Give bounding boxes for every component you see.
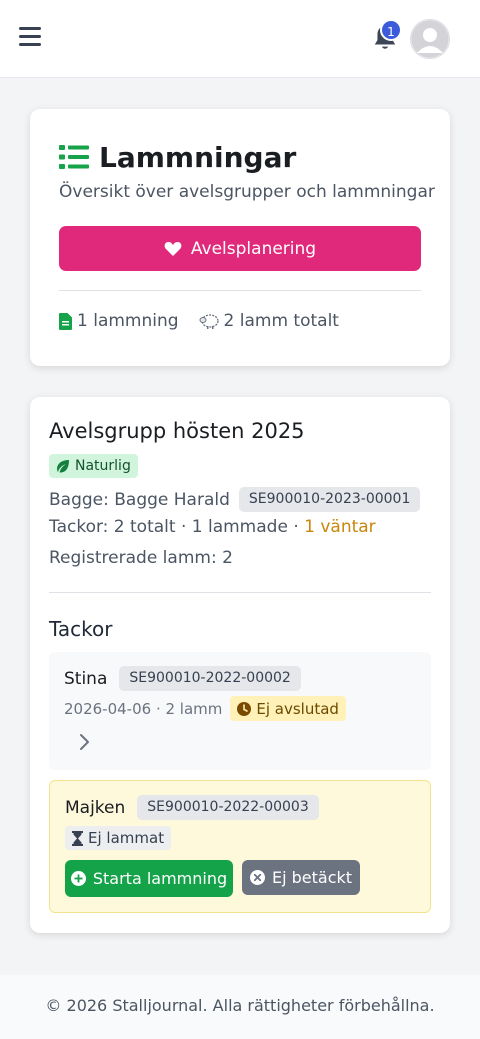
user-avatar[interactable]: [410, 19, 450, 59]
lambing-count-label: 1 lammning: [77, 311, 179, 331]
breeding-planning-label: Avelsplanering: [190, 238, 317, 259]
notification-count-badge: 1: [380, 19, 402, 41]
ewe-id-tag: SE900010-2022-00002: [119, 666, 301, 691]
heart-icon: [164, 241, 182, 256]
start-lambing-label: Starta lammning: [92, 869, 228, 888]
breeding-planning-button[interactable]: Avelsplanering: [59, 226, 421, 271]
stats-row: 1 lammning 2 lamm totalt: [59, 311, 359, 331]
page-subtitle: Översikt över avelsgrupper och lammninga…: [59, 182, 435, 202]
ewes-heading: Tackor: [49, 617, 113, 641]
ewe-item-majken: Majken SE900010-2022-00003 Ej lammat Sta…: [49, 780, 431, 913]
plus-circle-icon: [70, 871, 86, 886]
ewe-name-row: Majken SE900010-2022-00003: [65, 795, 319, 820]
sheep-icon: [199, 314, 219, 329]
lambs-total-label: 2 lamm totalt: [223, 311, 339, 331]
breeding-group-card: Avelsgrupp hösten 2025 Naturlig Bagge: B…: [30, 397, 450, 933]
divider: [59, 290, 421, 291]
lambing-count: 1 lammning: [59, 311, 179, 331]
divider: [49, 592, 431, 593]
hamburger-icon[interactable]: [19, 27, 41, 47]
ewe-status-badge: Ej avslutad: [230, 696, 346, 721]
document-icon: [59, 312, 72, 330]
ewe-status-label: Ej avslutad: [256, 699, 339, 718]
not-covered-button[interactable]: Ej betäckt: [242, 860, 360, 895]
ewe-status-badge: Ej lammat: [65, 826, 172, 850]
registered-lambs: Registrerade lamm: 2: [49, 548, 233, 568]
ewe-meta: 2026-04-06 · 2 lamm: [64, 699, 223, 718]
ewe-status-label: Ej lammat: [88, 829, 165, 847]
ewe-item-stina[interactable]: Stina SE900010-2022-00002 2026-04-06 · 2…: [49, 652, 431, 770]
clock-icon: [237, 701, 252, 716]
ram-id-tag: SE900010-2023-00001: [238, 487, 421, 512]
ewe-meta-row: 2026-04-06 · 2 lamm Ej avslutad: [64, 696, 346, 721]
ewe-name: Stina: [64, 668, 108, 689]
breeding-method-label: Naturlig: [75, 458, 131, 474]
start-lambing-button[interactable]: Starta lammning: [65, 860, 233, 897]
ewe-id-tag: SE900010-2022-00003: [137, 795, 319, 820]
ewes-summary: Tackor: 2 totalt · 1 lammade ·: [49, 517, 305, 537]
hourglass-icon: [72, 830, 83, 846]
overview-card: Lammningar Översikt över avelsgrupper oc…: [30, 109, 450, 366]
lambs-total: 2 lamm totalt: [199, 311, 339, 331]
leaf-icon: [57, 459, 69, 473]
ewes-waiting: 1 väntar: [304, 517, 376, 537]
ewe-name-row: Stina SE900010-2022-00002: [64, 666, 301, 691]
ewes-summary-row: Tackor: 2 totalt · 1 lammade · 1 väntar: [49, 517, 376, 537]
chevron-right-icon[interactable]: [77, 732, 91, 752]
list-icon: [59, 145, 89, 169]
group-title: Avelsgrupp hösten 2025: [49, 419, 305, 443]
ewe-name: Majken: [65, 797, 126, 818]
top-navbar: 1: [0, 0, 480, 78]
ram-row: Bagge: Bagge Harald SE900010-2023-00001: [49, 487, 421, 512]
footer: © 2026 Stalljournal. Alla rättigheter fö…: [0, 975, 480, 1039]
page-title: Lammningar: [99, 140, 297, 174]
not-covered-label: Ej betäckt: [271, 868, 353, 887]
breeding-method-badge: Naturlig: [49, 454, 138, 478]
x-circle-icon: [249, 870, 265, 885]
ram-label: Bagge: Bagge Harald: [49, 489, 230, 510]
page-title-row: Lammningar: [59, 139, 296, 175]
